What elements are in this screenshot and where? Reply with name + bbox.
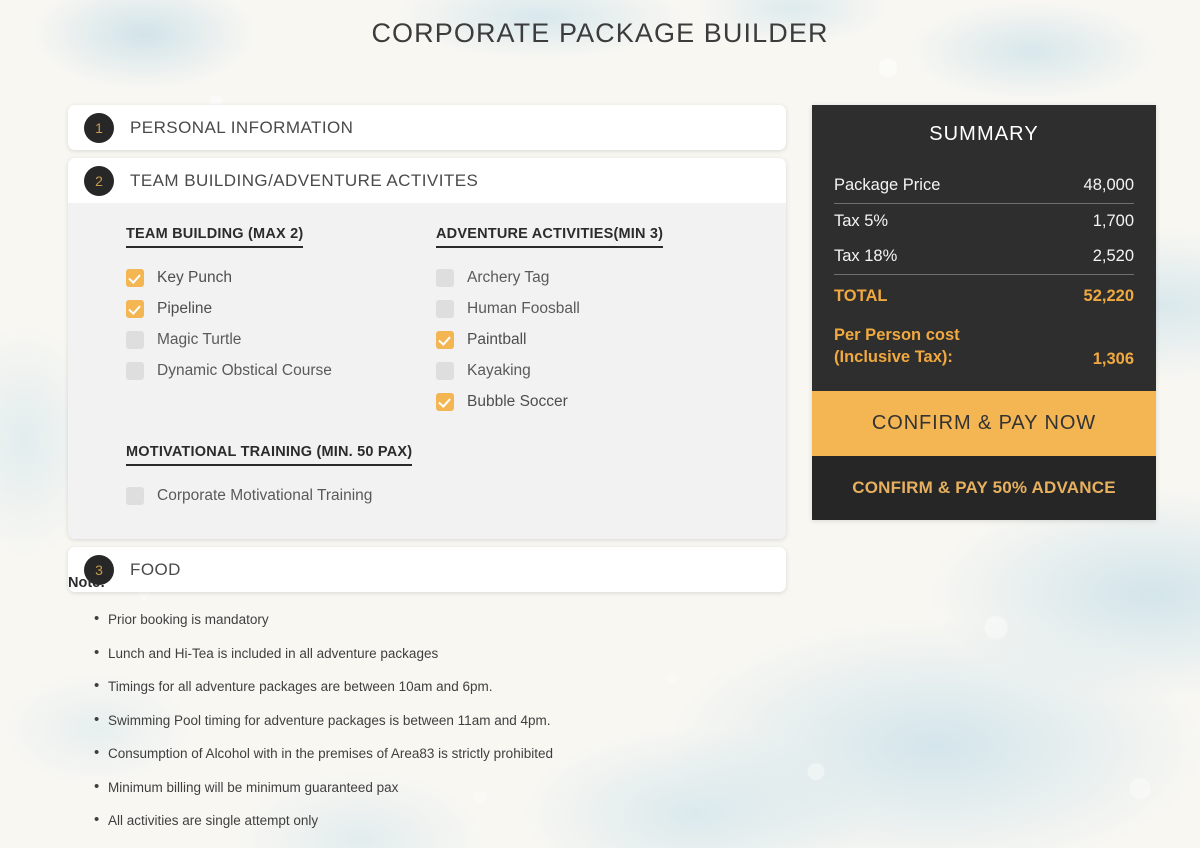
checkbox-bubble-soccer[interactable] bbox=[436, 393, 454, 411]
step-number-badge-2: 2 bbox=[84, 166, 114, 196]
note-item: All activities are single attempt only bbox=[68, 814, 768, 828]
summary-title: SUMMARY bbox=[834, 123, 1134, 146]
summary-label-tax-18: Tax 18% bbox=[834, 247, 897, 266]
note-title: Note: bbox=[68, 575, 768, 591]
checkbox-pipeline[interactable] bbox=[126, 300, 144, 318]
step-header-personal-information[interactable]: 1 PERSONAL INFORMATION bbox=[68, 105, 786, 150]
confirm-and-pay-50-percent-advance-button[interactable]: CONFIRM & PAY 50% ADVANCE bbox=[812, 456, 1156, 520]
option-paintball[interactable]: Paintball bbox=[436, 324, 736, 355]
summary-row-total: TOTAL 52,220 bbox=[834, 274, 1134, 312]
step-number-badge-1: 1 bbox=[84, 113, 114, 143]
step-body-team-building-adventure: TEAM BUILDING (MAX 2) Key Punch Pipeline… bbox=[68, 203, 786, 539]
summary-label-package-price: Package Price bbox=[834, 176, 940, 195]
option-archery-tag[interactable]: Archery Tag bbox=[436, 262, 736, 293]
option-label-corporate-motivational-training: Corporate Motivational Training bbox=[157, 487, 372, 505]
option-label-bubble-soccer: Bubble Soccer bbox=[467, 393, 568, 411]
step-card-team-building-adventure: 2 TEAM BUILDING/ADVENTURE ACTIVITES TEAM… bbox=[68, 158, 786, 539]
summary-row-tax-18: Tax 18% 2,520 bbox=[834, 239, 1134, 274]
step-card-personal-information[interactable]: 1 PERSONAL INFORMATION bbox=[68, 105, 786, 150]
checkbox-human-foosball[interactable] bbox=[436, 300, 454, 318]
package-builder-page: CORPORATE PACKAGE BUILDER 1 PERSONAL INF… bbox=[0, 0, 1200, 848]
note-item: Lunch and Hi-Tea is included in all adve… bbox=[68, 647, 768, 661]
note-item: Consumption of Alcohol with in the premi… bbox=[68, 747, 768, 761]
checkbox-paintball[interactable] bbox=[436, 331, 454, 349]
note-item: Prior booking is mandatory bbox=[68, 613, 768, 627]
option-label-kayaking: Kayaking bbox=[467, 362, 531, 380]
option-label-paintball: Paintball bbox=[467, 331, 526, 349]
summary-row-tax-5: Tax 5% 1,700 bbox=[834, 203, 1134, 239]
activity-columns: TEAM BUILDING (MAX 2) Key Punch Pipeline… bbox=[68, 225, 786, 417]
summary-value-package-price: 48,000 bbox=[1084, 176, 1134, 195]
step-header-team-building-adventure[interactable]: 2 TEAM BUILDING/ADVENTURE ACTIVITES bbox=[68, 158, 786, 203]
option-corporate-motivational-training[interactable]: Corporate Motivational Training bbox=[126, 480, 786, 511]
summary-value-total: 52,220 bbox=[1084, 287, 1134, 306]
group-title-team-building: TEAM BUILDING (MAX 2) bbox=[126, 226, 303, 248]
step-label-personal-information: PERSONAL INFORMATION bbox=[130, 118, 353, 138]
option-bubble-soccer[interactable]: Bubble Soccer bbox=[436, 386, 736, 417]
checkbox-magic-turtle[interactable] bbox=[126, 331, 144, 349]
steps-column: 1 PERSONAL INFORMATION 2 TEAM BUILDING/A… bbox=[68, 105, 786, 600]
summary-label-total: TOTAL bbox=[834, 287, 887, 306]
option-pipeline[interactable]: Pipeline bbox=[126, 293, 436, 324]
summary-row-package-price: Package Price 48,000 bbox=[834, 168, 1134, 203]
summary-label-per-person-cost: Per Person cost (Inclusive Tax): bbox=[834, 324, 960, 369]
note-item: Swimming Pool timing for adventure packa… bbox=[68, 714, 768, 728]
note-section: Note: Prior booking is mandatory Lunch a… bbox=[68, 575, 768, 848]
option-label-archery-tag: Archery Tag bbox=[467, 269, 549, 287]
per-person-label-line1: Per Person cost bbox=[834, 326, 960, 344]
option-magic-turtle[interactable]: Magic Turtle bbox=[126, 324, 436, 355]
group-title-adventure-activities: ADVENTURE ACTIVITIES(MIN 3) bbox=[436, 226, 663, 248]
checkbox-kayaking[interactable] bbox=[436, 362, 454, 380]
summary-panel: SUMMARY Package Price 48,000 Tax 5% 1,70… bbox=[812, 105, 1156, 520]
checkbox-archery-tag[interactable] bbox=[436, 269, 454, 287]
checkbox-corporate-motivational-training[interactable] bbox=[126, 487, 144, 505]
step-label-team-building-adventure: TEAM BUILDING/ADVENTURE ACTIVITES bbox=[130, 171, 478, 191]
adventure-activities-group: ADVENTURE ACTIVITIES(MIN 3) Archery Tag … bbox=[436, 225, 736, 417]
summary-value-per-person-cost: 1,306 bbox=[1093, 350, 1134, 369]
summary-body: SUMMARY Package Price 48,000 Tax 5% 1,70… bbox=[812, 105, 1156, 391]
per-person-label-line2: (Inclusive Tax): bbox=[834, 348, 953, 366]
note-list: Prior booking is mandatory Lunch and Hi-… bbox=[68, 613, 768, 848]
checkbox-key-punch[interactable] bbox=[126, 269, 144, 287]
option-label-pipeline: Pipeline bbox=[157, 300, 212, 318]
option-label-human-foosball: Human Foosball bbox=[467, 300, 580, 318]
confirm-and-pay-now-button[interactable]: CONFIRM & PAY NOW bbox=[812, 391, 1156, 456]
motivational-training-group: MOTIVATIONAL TRAINING (MIN. 50 PAX) Corp… bbox=[68, 443, 786, 511]
option-human-foosball[interactable]: Human Foosball bbox=[436, 293, 736, 324]
option-label-key-punch: Key Punch bbox=[157, 269, 232, 287]
summary-row-per-person-cost: Per Person cost (Inclusive Tax): 1,306 bbox=[834, 312, 1134, 371]
option-label-magic-turtle: Magic Turtle bbox=[157, 331, 241, 349]
checkbox-dynamic-obstical-course[interactable] bbox=[126, 362, 144, 380]
group-title-motivational-training: MOTIVATIONAL TRAINING (MIN. 50 PAX) bbox=[126, 444, 412, 466]
option-key-punch[interactable]: Key Punch bbox=[126, 262, 436, 293]
option-dynamic-obstical-course[interactable]: Dynamic Obstical Course bbox=[126, 355, 436, 386]
summary-value-tax-18: 2,520 bbox=[1093, 247, 1134, 266]
option-label-dynamic-obstical-course: Dynamic Obstical Course bbox=[157, 362, 332, 380]
summary-value-tax-5: 1,700 bbox=[1093, 212, 1134, 231]
note-item: Timings for all adventure packages are b… bbox=[68, 680, 768, 694]
note-item: Minimum billing will be minimum guarante… bbox=[68, 781, 768, 795]
team-building-group: TEAM BUILDING (MAX 2) Key Punch Pipeline… bbox=[126, 225, 436, 417]
option-kayaking[interactable]: Kayaking bbox=[436, 355, 736, 386]
summary-label-tax-5: Tax 5% bbox=[834, 212, 888, 231]
page-title: CORPORATE PACKAGE BUILDER bbox=[0, 18, 1200, 49]
